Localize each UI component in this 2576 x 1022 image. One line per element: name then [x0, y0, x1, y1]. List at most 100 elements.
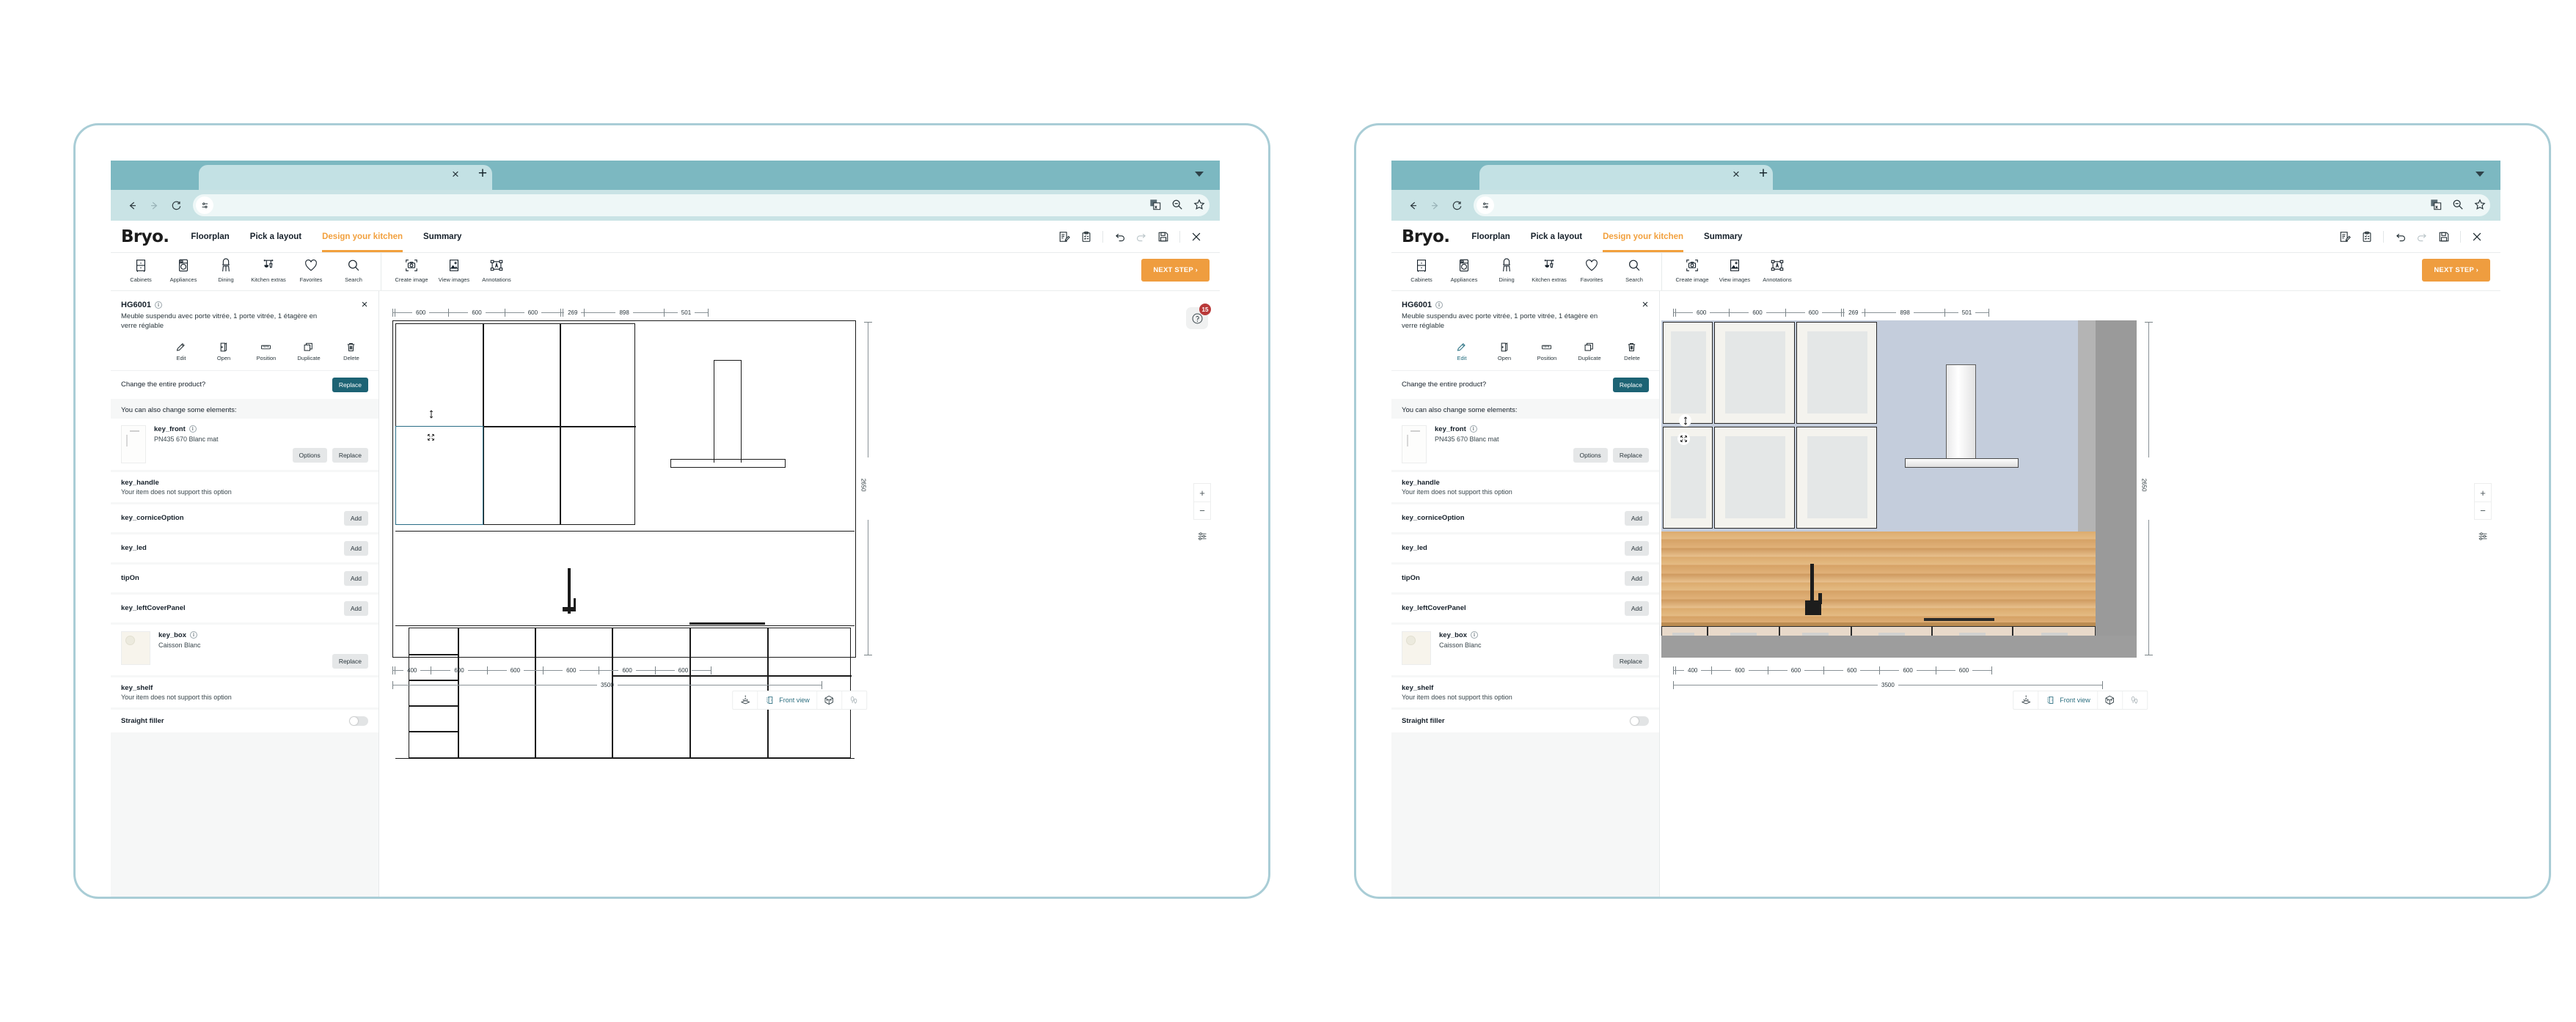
- hood-stack[interactable]: [714, 360, 742, 463]
- tool-kitchen-extras[interactable]: Kitchen extras: [1529, 257, 1569, 283]
- new-tab-icon[interactable]: +: [1757, 166, 1770, 181]
- add-button[interactable]: Add: [343, 510, 368, 526]
- sidebar-close-icon[interactable]: ×: [1640, 299, 1650, 310]
- info-icon[interactable]: i: [189, 425, 197, 433]
- nav-tab-design-your-kitchen[interactable]: Design your kitchen: [322, 221, 403, 252]
- add-button[interactable]: Add: [1624, 570, 1649, 586]
- replace-button[interactable]: Replace: [332, 447, 368, 463]
- view-front[interactable]: Front view: [757, 691, 816, 709]
- clipboard-list-icon[interactable]: [1080, 231, 1092, 243]
- action-edit[interactable]: Edit: [1445, 342, 1479, 361]
- forward-arrow-icon[interactable]: [1424, 194, 1446, 216]
- help-button[interactable]: 15: [1186, 304, 1211, 329]
- replace-button[interactable]: Replace: [1612, 653, 1649, 669]
- clipboard-list-icon[interactable]: [2361, 231, 2373, 243]
- sidebar-close-icon[interactable]: ×: [359, 299, 370, 310]
- nav-tab-summary[interactable]: Summary: [1704, 221, 1742, 252]
- redo-icon[interactable]: [2416, 231, 2428, 243]
- action-open[interactable]: Open: [207, 342, 241, 361]
- translate-icon[interactable]: [2430, 199, 2443, 212]
- base-door[interactable]: [535, 628, 612, 758]
- back-arrow-icon[interactable]: [121, 194, 143, 216]
- tool-view-images[interactable]: View images: [434, 257, 474, 283]
- upper-cabinet-door[interactable]: [1796, 322, 1877, 424]
- view-plan-3d[interactable]: [733, 691, 757, 709]
- resize-vertical-icon[interactable]: [1679, 414, 1691, 427]
- action-edit[interactable]: Edit: [164, 342, 198, 361]
- resize-vertical-icon[interactable]: [425, 408, 437, 420]
- add-button[interactable]: Add: [1624, 540, 1649, 556]
- tool-annotations[interactable]: Annotations: [1757, 257, 1797, 283]
- view-3d[interactable]: [2096, 691, 2122, 709]
- kitchen-elevation-render[interactable]: [1661, 320, 2137, 658]
- action-position[interactable]: Position: [1530, 342, 1564, 361]
- nav-tab-pick-a-layout[interactable]: Pick a layout: [1531, 221, 1582, 252]
- redo-icon[interactable]: [1135, 231, 1147, 243]
- forward-arrow-icon[interactable]: [143, 194, 165, 216]
- add-button[interactable]: Add: [343, 600, 368, 616]
- tool-create-image[interactable]: Create image: [1672, 257, 1712, 283]
- drawer-stack[interactable]: [409, 628, 459, 758]
- move-icon[interactable]: [425, 431, 437, 444]
- window-menu-caret-icon[interactable]: [1195, 172, 1204, 177]
- info-icon[interactable]: i: [154, 301, 162, 309]
- translate-icon[interactable]: [1149, 199, 1163, 212]
- straight-filler-toggle[interactable]: [1630, 716, 1649, 726]
- tool-search[interactable]: Search: [1614, 257, 1654, 283]
- design-canvas-wireframe[interactable]: 15 600 600 600 269 898 501 2650 400 600 …: [379, 291, 1220, 897]
- tool-appliances[interactable]: Appliances: [164, 257, 203, 283]
- site-settings-icon[interactable]: [196, 196, 213, 214]
- add-button[interactable]: Add: [343, 570, 368, 586]
- upper-cabinet-door[interactable]: [1796, 427, 1877, 529]
- zoom-out-icon[interactable]: [1171, 199, 1185, 212]
- action-delete[interactable]: Delete: [334, 342, 368, 361]
- zoom-in-button[interactable]: +: [2475, 484, 2491, 501]
- replace-button[interactable]: Replace: [332, 653, 368, 669]
- action-duplicate[interactable]: Duplicate: [1573, 342, 1606, 361]
- add-button[interactable]: Add: [1624, 510, 1649, 526]
- base-door[interactable]: [458, 628, 535, 758]
- tab-close-icon[interactable]: ×: [450, 168, 461, 181]
- zoom-in-button[interactable]: +: [1194, 484, 1210, 501]
- next-step-button[interactable]: NEXT STEP ›: [2422, 259, 2490, 282]
- next-step-button[interactable]: NEXT STEP ›: [1141, 259, 1210, 282]
- replace-product-button[interactable]: Replace: [1612, 377, 1649, 392]
- add-button[interactable]: Add: [343, 540, 368, 556]
- upper-cabinet-door[interactable]: [1714, 427, 1795, 529]
- reload-icon[interactable]: [1446, 194, 1468, 216]
- window-menu-caret-icon[interactable]: [2476, 172, 2484, 177]
- info-icon[interactable]: i: [190, 631, 198, 639]
- tool-appliances[interactable]: Appliances: [1444, 257, 1484, 283]
- save-icon[interactable]: [1157, 231, 1169, 243]
- nav-tab-summary[interactable]: Summary: [423, 221, 461, 252]
- action-open[interactable]: Open: [1488, 342, 1521, 361]
- view-walk[interactable]: [2121, 691, 2147, 709]
- tool-search[interactable]: Search: [334, 257, 373, 283]
- tool-create-image[interactable]: Create image: [392, 257, 431, 283]
- upper-cabinet-door[interactable]: [1663, 322, 1713, 424]
- view-3d[interactable]: [816, 691, 841, 709]
- extractor-hood-stack[interactable]: [1946, 364, 1976, 463]
- action-duplicate[interactable]: Duplicate: [292, 342, 326, 361]
- url-input[interactable]: [1474, 194, 2490, 216]
- tool-annotations[interactable]: Annotations: [477, 257, 516, 283]
- options-button[interactable]: Options: [1573, 447, 1608, 463]
- undo-icon[interactable]: [1113, 231, 1125, 243]
- edit-note-icon[interactable]: [1058, 231, 1070, 243]
- info-icon[interactable]: i: [1435, 301, 1443, 309]
- tab-close-icon[interactable]: ×: [1730, 168, 1742, 181]
- extractor-hood-canopy[interactable]: [1905, 458, 2019, 468]
- tool-favorites[interactable]: Favorites: [1572, 257, 1611, 283]
- layers-button[interactable]: [1193, 527, 1211, 545]
- info-icon[interactable]: i: [1471, 631, 1479, 639]
- kitchen-elevation-wireframe[interactable]: [392, 320, 856, 760]
- nav-tab-design-your-kitchen[interactable]: Design your kitchen: [1603, 221, 1683, 252]
- tool-dining[interactable]: Dining: [206, 257, 246, 283]
- upper-cabinet-door[interactable]: [1714, 322, 1795, 424]
- view-front[interactable]: Front view: [2038, 691, 2097, 709]
- replace-product-button[interactable]: Replace: [332, 377, 368, 392]
- base-unit[interactable]: [612, 628, 691, 758]
- action-position[interactable]: Position: [249, 342, 283, 361]
- close-icon[interactable]: [2471, 231, 2483, 243]
- url-input[interactable]: [193, 194, 1210, 216]
